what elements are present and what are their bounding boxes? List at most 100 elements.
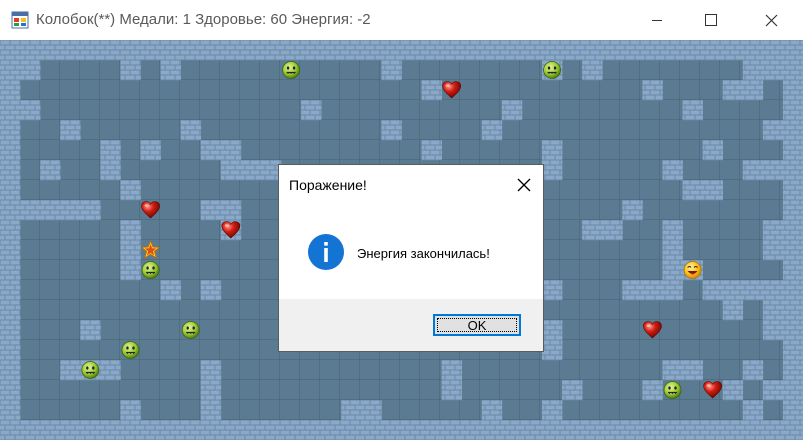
brick-wall-tile xyxy=(702,420,724,440)
maximize-button[interactable] xyxy=(688,0,734,40)
brick-wall-tile xyxy=(0,340,21,361)
brick-wall-tile xyxy=(220,40,242,61)
brick-wall-tile xyxy=(0,380,21,401)
brick-wall-tile xyxy=(722,420,744,440)
brick-wall-tile xyxy=(602,40,623,61)
brick-wall-tile xyxy=(100,160,121,181)
brick-wall-tile xyxy=(421,420,442,440)
brick-wall-tile xyxy=(642,80,663,101)
brick-wall-tile xyxy=(622,420,643,440)
brick-wall-tile xyxy=(80,320,101,341)
brick-wall-tile xyxy=(381,40,402,61)
brick-wall-tile xyxy=(461,40,483,61)
brick-wall-tile xyxy=(722,300,744,321)
brick-wall-tile xyxy=(642,380,663,401)
brick-wall-tile xyxy=(602,420,623,440)
brick-wall-tile xyxy=(341,420,362,440)
brick-wall-tile xyxy=(782,40,803,61)
brick-wall-tile xyxy=(782,160,803,181)
brick-wall-tile xyxy=(782,200,803,221)
brick-wall-tile xyxy=(782,320,803,341)
kolobok-player xyxy=(683,260,702,280)
green-enemy-smiley xyxy=(121,340,140,360)
brick-wall-tile xyxy=(762,60,784,81)
brick-wall-tile xyxy=(100,140,121,161)
brick-wall-tile xyxy=(0,100,21,121)
brick-wall-tile xyxy=(180,420,202,440)
brick-wall-tile xyxy=(120,420,141,440)
brick-wall-tile xyxy=(260,40,282,61)
brick-wall-tile xyxy=(441,380,463,401)
dialog-message: Энергия закончилась! xyxy=(357,246,490,261)
ok-button[interactable]: OK xyxy=(433,314,521,336)
brick-wall-tile xyxy=(381,120,402,141)
brick-wall-tile xyxy=(140,140,161,161)
brick-wall-tile xyxy=(742,40,764,61)
brick-wall-tile xyxy=(602,220,623,241)
brick-wall-tile xyxy=(582,60,603,81)
green-enemy-smiley xyxy=(542,60,562,80)
brick-wall-tile xyxy=(200,400,222,421)
brick-wall-tile xyxy=(742,420,764,440)
brick-wall-tile xyxy=(582,40,603,61)
brick-wall-tile xyxy=(220,160,242,181)
brick-wall-tile xyxy=(742,80,764,101)
brick-wall-tile xyxy=(140,420,161,440)
brick-wall-tile xyxy=(722,80,744,101)
brick-wall-tile xyxy=(0,160,21,181)
brick-wall-tile xyxy=(0,120,21,141)
brick-wall-tile xyxy=(0,80,21,101)
brick-wall-tile xyxy=(100,40,121,61)
dialog-title: Поражение! xyxy=(289,177,367,193)
info-icon xyxy=(308,234,344,270)
brick-wall-tile xyxy=(542,340,563,361)
brick-wall-tile xyxy=(421,40,442,61)
dialog-footer: OK xyxy=(279,299,543,351)
brick-wall-tile xyxy=(682,420,703,440)
brick-wall-tile xyxy=(20,60,41,81)
brick-wall-tile xyxy=(742,280,764,301)
brick-wall-tile xyxy=(160,40,181,61)
brick-wall-tile xyxy=(381,420,402,440)
brick-wall-tile xyxy=(80,200,101,221)
brick-wall-tile xyxy=(200,420,222,440)
brick-wall-tile xyxy=(0,240,21,261)
brick-wall-tile xyxy=(441,360,463,381)
close-icon xyxy=(765,14,777,26)
brick-wall-tile xyxy=(361,420,382,440)
defeat-dialog: Поражение! Энергия закончилась! OK xyxy=(278,164,544,352)
brick-wall-tile xyxy=(762,120,784,141)
brick-wall-tile xyxy=(40,420,61,440)
brick-wall-tile xyxy=(582,220,603,241)
brick-wall-tile xyxy=(742,60,764,81)
green-enemy-smiley xyxy=(281,60,301,80)
brick-wall-tile xyxy=(0,220,21,241)
brick-wall-tile xyxy=(60,40,81,61)
brick-wall-tile xyxy=(782,100,803,121)
window-title: Колобок(**) Медали: 1 Здоровье: 60 Энерг… xyxy=(36,11,371,28)
brick-wall-tile xyxy=(501,100,523,121)
brick-wall-tile xyxy=(401,40,422,61)
brick-wall-tile xyxy=(200,280,222,301)
brick-wall-tile xyxy=(562,40,583,61)
brick-wall-tile xyxy=(40,40,61,61)
brick-wall-tile xyxy=(702,40,724,61)
brick-wall-tile xyxy=(762,160,784,181)
brick-wall-tile xyxy=(0,60,21,81)
close-button[interactable] xyxy=(748,0,794,40)
brick-wall-tile xyxy=(682,100,703,121)
minimize-button[interactable] xyxy=(634,0,680,40)
maximize-icon xyxy=(705,14,717,26)
brick-wall-tile xyxy=(0,320,21,341)
brick-wall-tile xyxy=(742,400,764,421)
brick-wall-tile xyxy=(220,140,242,161)
brick-wall-tile xyxy=(682,180,703,201)
brick-wall-tile xyxy=(481,400,503,421)
brick-wall-tile xyxy=(782,220,803,241)
green-enemy-smiley xyxy=(181,320,200,340)
brick-wall-tile xyxy=(782,60,803,81)
brick-wall-tile xyxy=(682,40,703,61)
brick-wall-tile xyxy=(20,200,41,221)
dialog-close-button[interactable] xyxy=(509,170,539,200)
brick-wall-tile xyxy=(682,360,703,381)
